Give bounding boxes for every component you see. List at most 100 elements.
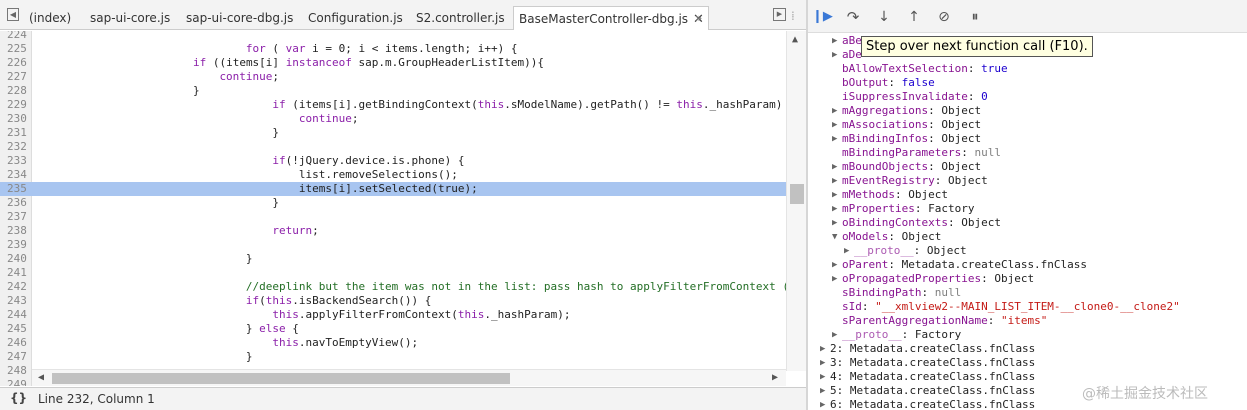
scroll-left-icon[interactable]: ◀ <box>38 372 44 383</box>
scope-property-row[interactable]: ▶ 4: Metadata.createClass.fnClass <box>820 370 1035 384</box>
collapsed-triangle-icon[interactable]: ▶ <box>832 272 837 286</box>
line-number[interactable]: 233 <box>0 154 30 168</box>
scope-property-row[interactable]: ▶ oParent: Metadata.createClass.fnClass <box>832 258 1087 272</box>
pretty-print-icon[interactable]: ▶ <box>773 8 786 21</box>
line-number[interactable]: 249 <box>0 378 30 386</box>
code-line[interactable]: 225 for ( var i = 0; i < items.length; i… <box>0 42 786 56</box>
collapsed-triangle-icon[interactable]: ▶ <box>832 132 837 146</box>
collapsed-triangle-icon[interactable]: ▶ <box>820 370 825 384</box>
line-number[interactable]: 232 <box>0 140 30 154</box>
scope-property-row[interactable]: ▶ aDe <box>832 48 862 62</box>
scroll-up-icon[interactable]: ▲ <box>792 34 798 45</box>
scope-property-row[interactable]: ▼ oModels: Object <box>832 230 941 244</box>
tab-basemastercontroller[interactable]: BaseMasterController-dbg.js ✕ <box>513 6 709 30</box>
code-line[interactable]: 240 } <box>0 252 786 266</box>
tab-configuration[interactable]: Configuration.js <box>308 8 403 28</box>
step-over-icon[interactable]: ↷ <box>844 8 862 26</box>
line-number[interactable]: 240 <box>0 252 30 266</box>
line-number[interactable]: 229 <box>0 98 30 112</box>
collapsed-triangle-icon[interactable]: ▶ <box>820 342 825 356</box>
collapsed-triangle-icon[interactable]: ▶ <box>820 398 825 410</box>
collapsed-triangle-icon[interactable]: ▶ <box>820 356 825 370</box>
code-line[interactable]: 228 } <box>0 84 786 98</box>
line-number[interactable]: 246 <box>0 336 30 350</box>
code-line[interactable]: 243 if(this.isBackendSearch()) { <box>0 294 786 308</box>
collapsed-triangle-icon[interactable]: ▶ <box>832 188 837 202</box>
line-number[interactable]: 230 <box>0 112 30 126</box>
scope-property-row[interactable]: ▶ __proto__: Factory <box>832 328 961 342</box>
line-number[interactable]: 245 <box>0 322 30 336</box>
code-line[interactable]: 224 <box>0 31 786 42</box>
code-line[interactable]: 230 continue; <box>0 112 786 126</box>
pretty-print-braces-icon[interactable]: {} <box>10 391 27 405</box>
line-number[interactable]: 244 <box>0 308 30 322</box>
collapsed-triangle-icon[interactable]: ▶ <box>832 328 837 342</box>
scope-property-row[interactable]: ▶ 5: Metadata.createClass.fnClass <box>820 384 1035 398</box>
deactivate-breakpoints-icon[interactable]: ⊘ <box>935 8 953 26</box>
tab-sap-ui-core-dbg[interactable]: sap-ui-core-dbg.js <box>186 8 293 28</box>
scope-property-row[interactable]: ▶ mBoundObjects: Object <box>832 160 981 174</box>
line-number[interactable]: 231 <box>0 126 30 140</box>
code-line[interactable]: 232 <box>0 140 786 154</box>
scope-property-row[interactable]: ▶ oPropagatedProperties: Object <box>832 272 1034 286</box>
code-line[interactable]: 234 list.removeSelections(); <box>0 168 786 182</box>
scope-property-row[interactable]: ▶ oBindingContexts: Object <box>832 216 1001 230</box>
code-line[interactable]: 246 this.navToEmptyView(); <box>0 336 786 350</box>
scope-property-row[interactable]: ▶ mProperties: Factory <box>832 202 974 216</box>
editor-horizontal-scrollbar[interactable]: ◀ ▶ <box>32 369 786 386</box>
line-number[interactable]: 241 <box>0 266 30 280</box>
scope-property-row[interactable]: ▶ mMethods: Object <box>832 188 948 202</box>
scroll-right-icon[interactable]: ▶ <box>772 372 778 383</box>
scope-property-row[interactable]: ▶ 3: Metadata.createClass.fnClass <box>820 356 1035 370</box>
line-number[interactable]: 236 <box>0 196 30 210</box>
collapsed-triangle-icon[interactable]: ▶ <box>832 258 837 272</box>
line-number[interactable]: 227 <box>0 70 30 84</box>
scope-property-row[interactable]: ▶ __proto__: Object <box>844 244 967 258</box>
collapsed-triangle-icon[interactable]: ▶ <box>844 244 849 258</box>
scope-property-row[interactable]: ▶ mAssociations: Object <box>832 118 981 132</box>
code-line[interactable]: 239 <box>0 238 786 252</box>
line-number[interactable]: 242 <box>0 280 30 294</box>
code-line[interactable]: 245 } else { <box>0 322 786 336</box>
collapsed-triangle-icon[interactable]: ▶ <box>832 216 837 230</box>
code-line[interactable]: 231 } <box>0 126 786 140</box>
line-number[interactable]: 243 <box>0 294 30 308</box>
scope-property-row[interactable]: ▶ 6: Metadata.createClass.fnClass <box>820 398 1035 410</box>
code-line[interactable]: 237 <box>0 210 786 224</box>
line-number[interactable]: 234 <box>0 168 30 182</box>
code-line[interactable]: 247 } <box>0 350 786 364</box>
code-line[interactable]: 227 continue; <box>0 70 786 84</box>
code-line[interactable]: 236 } <box>0 196 786 210</box>
collapsed-triangle-icon[interactable]: ▶ <box>820 384 825 398</box>
line-number[interactable]: 226 <box>0 56 30 70</box>
line-number[interactable]: 237 <box>0 210 30 224</box>
code-line[interactable]: 244 this.applyFilterFromContext(this._ha… <box>0 308 786 322</box>
scope-property-row[interactable]: ▶ aBe <box>832 34 862 48</box>
pause-on-exceptions-icon[interactable]: ⏸ <box>966 8 984 26</box>
line-number[interactable]: 238 <box>0 224 30 238</box>
line-number[interactable]: 248 <box>0 364 30 378</box>
step-into-icon[interactable]: ↓ <box>875 8 893 26</box>
code-line[interactable]: 242 //deeplink but the item was not in t… <box>0 280 806 294</box>
collapsed-triangle-icon[interactable]: ▶ <box>832 118 837 132</box>
sidebar-toggle-icon[interactable]: ◀ <box>7 8 19 21</box>
collapsed-triangle-icon[interactable]: ▶ <box>832 34 837 48</box>
collapsed-triangle-icon[interactable]: ▶ <box>832 160 837 174</box>
line-number[interactable]: 225 <box>0 42 30 56</box>
panel-grip-icon[interactable]: ⁞ <box>791 9 795 23</box>
editor-vertical-scroll-thumb[interactable] <box>790 184 804 204</box>
line-number[interactable]: 224 <box>0 31 30 42</box>
resume-icon[interactable]: ❙▶ <box>812 8 833 26</box>
step-out-icon[interactable]: ↑ <box>905 8 923 26</box>
expanded-triangle-icon[interactable]: ▼ <box>832 230 837 244</box>
scope-property-row[interactable]: ▶ mEventRegistry: Object <box>832 174 988 188</box>
tab-sap-ui-core[interactable]: sap-ui-core.js <box>90 8 170 28</box>
collapsed-triangle-icon[interactable]: ▶ <box>832 104 837 118</box>
editor-vertical-scrollbar[interactable]: ▲ <box>786 31 806 371</box>
scope-property-row[interactable]: ▶ mBindingInfos: Object <box>832 132 981 146</box>
line-number[interactable]: 228 <box>0 84 30 98</box>
collapsed-triangle-icon[interactable]: ▶ <box>832 202 837 216</box>
editor-horizontal-scroll-thumb[interactable] <box>52 373 510 384</box>
code-line[interactable]: 233 if(!jQuery.device.is.phone) { <box>0 154 786 168</box>
collapsed-triangle-icon[interactable]: ▶ <box>832 174 837 188</box>
